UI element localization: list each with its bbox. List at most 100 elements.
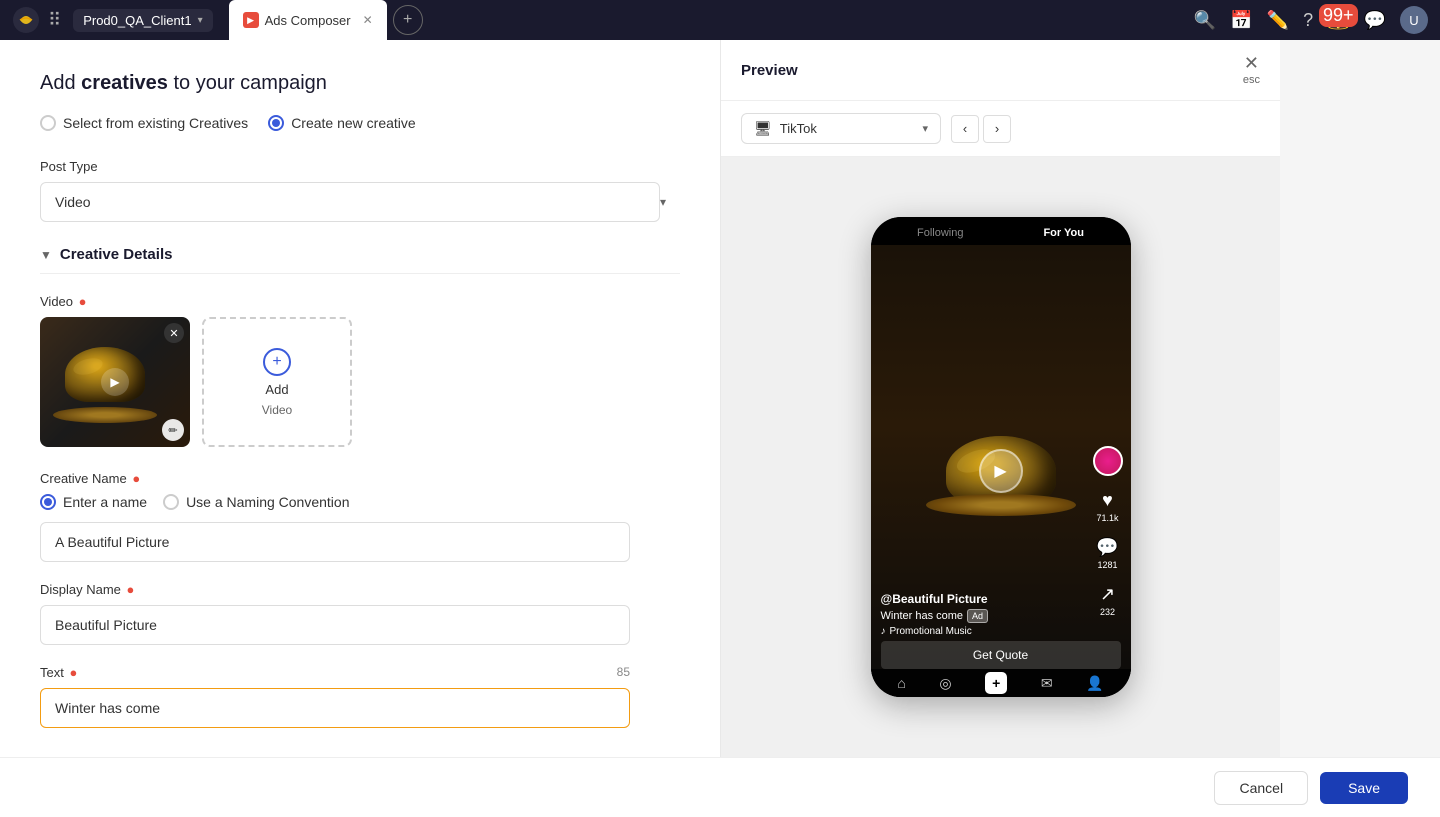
select-existing-label: Select from existing Creatives [63,115,248,131]
creative-name-label: Creative Name ● [40,471,680,486]
search-icon[interactable]: 🔍 [1194,10,1216,31]
display-name-input[interactable] [40,605,630,645]
display-name-label: Display Name ● [40,582,680,597]
calendar-icon[interactable]: 📅 [1230,10,1252,31]
platform-selector[interactable]: 🖥 TikTok ▾ [741,113,941,144]
phone-cta-bar[interactable]: Get Quote [881,641,1121,669]
select-existing-radio[interactable] [40,115,56,131]
phone-mockup: Following For You ▶ [871,217,1131,697]
comment-count: 1281 [1097,560,1117,570]
for-you-tab: For You [1043,227,1084,239]
discover-nav-icon[interactable]: ◎ [939,675,951,692]
tab-close-icon[interactable]: ✕ [363,13,373,27]
inbox-nav-icon[interactable]: ✉ [1041,675,1053,692]
video-thumbnail[interactable]: ▶ ✕ ✏ [40,317,190,447]
text-counter: 85 [617,665,630,680]
phone-bottom-info: @Beautiful Picture Winter has come Ad ♪ … [881,592,1071,637]
preview-platform-bar: 🖥 TikTok ▾ ‹ › [721,101,1280,157]
phone-music: ♪ Promotional Music [881,626,1071,637]
phone-share-action[interactable]: ↗ 232 [1100,584,1115,617]
text-label: Text ● 85 [40,665,630,680]
create-new-option[interactable]: Create new creative [268,115,416,131]
select-existing-option[interactable]: Select from existing Creatives [40,115,248,131]
phone-music-text: Promotional Music [890,626,972,637]
right-panel: Preview ✕ esc 🖥 TikTok ▾ ‹ › [720,40,1280,757]
left-panel: Add creatives to your campaign Select fr… [0,40,720,757]
phone-comment-action[interactable]: 💬 1281 [1096,537,1118,570]
content-area: Add creatives to your campaign Select fr… [0,40,1440,757]
platform-prev-button[interactable]: ‹ [951,115,979,143]
preview-content: Following For You ▶ [721,157,1280,757]
video-play-button[interactable]: ▶ [101,368,129,396]
workspace-selector[interactable]: Prod0_QA_Client1 ▾ [73,9,212,32]
user-avatar[interactable]: U [1400,6,1428,34]
help-icon[interactable]: ? [1303,10,1313,31]
home-nav-icon[interactable]: ⌂ [897,675,905,691]
footer: Cancel Save [0,757,1440,817]
like-count: 71.1k [1096,513,1118,523]
enter-name-radio[interactable] [40,494,56,510]
messages-button[interactable]: 💬 [1364,10,1386,31]
add-video-plus-icon: + [263,348,291,376]
video-remove-button[interactable]: ✕ [164,323,184,343]
nav-actions: 🔍 📅 ✏️ ? 🔔 99+ 💬 U [1194,6,1428,34]
music-note-icon: ♪ [881,626,886,637]
workspace-dropdown-arrow: ▾ [198,15,203,26]
profile-nav-icon[interactable]: 👤 [1086,675,1103,692]
creative-name-input[interactable] [40,522,630,562]
preview-close-button[interactable]: ✕ esc [1243,54,1260,86]
phone-nav-bar: ⌂ ◎ + ✉ 👤 [871,669,1131,697]
grid-icon[interactable]: ⠿ [48,10,61,31]
platform-dropdown-arrow: ▾ [922,122,928,135]
enter-name-option[interactable]: Enter a name [40,494,147,510]
creative-name-field: Creative Name ● Enter a name Use a Namin… [40,471,680,582]
naming-convention-label: Use a Naming Convention [186,494,349,510]
naming-convention-radio[interactable] [163,494,179,510]
creative-name-options: Enter a name Use a Naming Convention [40,494,680,510]
cancel-button[interactable]: Cancel [1214,771,1308,805]
top-navigation: ⠿ Prod0_QA_Client1 ▾ ▶ Ads Composer ✕ + … [0,0,1440,40]
phone-play-button[interactable]: ▶ [979,449,1023,493]
ad-badge: Ad [967,609,988,623]
create-new-label: Create new creative [291,115,416,131]
edit-icon[interactable]: ✏️ [1267,10,1289,31]
tab-icon: ▶ [243,12,259,28]
preview-header: Preview ✕ esc [721,40,1280,101]
share-icon: ↗ [1100,584,1115,605]
save-button[interactable]: Save [1320,772,1408,804]
create-new-radio[interactable] [268,115,284,131]
platform-nav: ‹ › [951,115,1011,143]
video-section: Video ● ▶ ✕ ✏ [40,294,680,447]
workspace-label: Prod0_QA_Client1 [83,13,191,28]
phone-like-action[interactable]: ♥ 71.1k [1096,490,1118,523]
phone-right-actions: ♥ 71.1k 💬 1281 ↗ 232 [1093,446,1123,617]
platform-next-button[interactable]: › [983,115,1011,143]
page-title: Add creatives to your campaign [40,72,680,95]
section-collapse-icon[interactable]: ▼ [40,248,52,262]
post-type-arrow: ▾ [660,195,666,209]
comment-icon: 💬 [1096,537,1118,558]
post-type-select[interactable]: Video [40,182,660,222]
close-icon: ✕ [1244,54,1259,72]
notifications-button[interactable]: 🔔 99+ [1327,10,1349,31]
creative-details-title: Creative Details [60,246,173,263]
add-video-label: Add [265,382,288,397]
display-name-field: Display Name ● [40,582,680,665]
share-count: 232 [1100,607,1115,617]
platform-label: TikTok [780,121,817,136]
close-label: esc [1243,74,1260,86]
creative-details-section-header: ▼ Creative Details [40,246,680,274]
add-video-button[interactable]: + Add Video [202,317,352,447]
text-input[interactable] [40,688,630,728]
cta-label: Get Quote [973,648,1028,662]
following-tab: Following [917,227,963,239]
create-nav-button[interactable]: + [985,672,1007,694]
add-tab-button[interactable]: + [393,5,423,35]
phone-topbar: Following For You [871,217,1131,245]
naming-convention-option[interactable]: Use a Naming Convention [163,494,349,510]
video-grid: ▶ ✕ ✏ + Add Video [40,317,680,447]
add-video-sublabel: Video [262,403,292,417]
video-label: Video ● [40,294,680,309]
tab-ads-composer[interactable]: ▶ Ads Composer ✕ [229,0,387,40]
video-edit-button[interactable]: ✏ [162,419,184,441]
